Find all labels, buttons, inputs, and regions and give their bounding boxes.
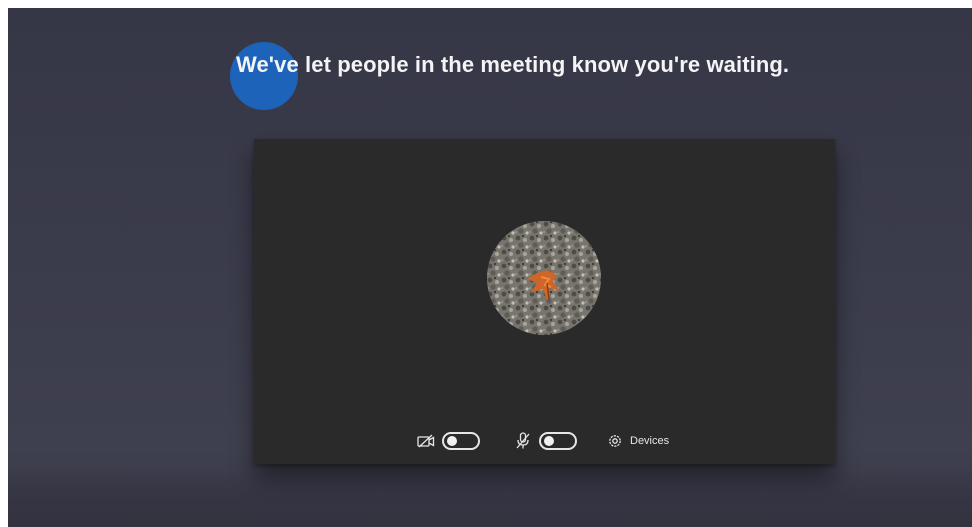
devices-button[interactable]: Devices (606, 427, 669, 455)
device-controls: Devices (254, 427, 835, 455)
meeting-lobby-screen: We've let people in the meeting know you… (8, 8, 972, 527)
bottom-shade (8, 469, 972, 527)
mic-off-icon (514, 432, 532, 450)
camera-toggle[interactable] (442, 432, 480, 450)
devices-label: Devices (630, 435, 670, 447)
microphone-control (514, 427, 577, 455)
waiting-message: We've let people in the meeting know you… (236, 52, 790, 77)
video-preview-panel: Devices (254, 139, 835, 464)
avatar (487, 221, 601, 335)
microphone-toggle[interactable] (539, 432, 577, 450)
camera-control (417, 427, 480, 455)
gear-icon (606, 432, 624, 450)
microphone-toggle-knob (544, 436, 554, 446)
camera-off-icon (417, 432, 435, 450)
camera-toggle-knob (447, 436, 457, 446)
